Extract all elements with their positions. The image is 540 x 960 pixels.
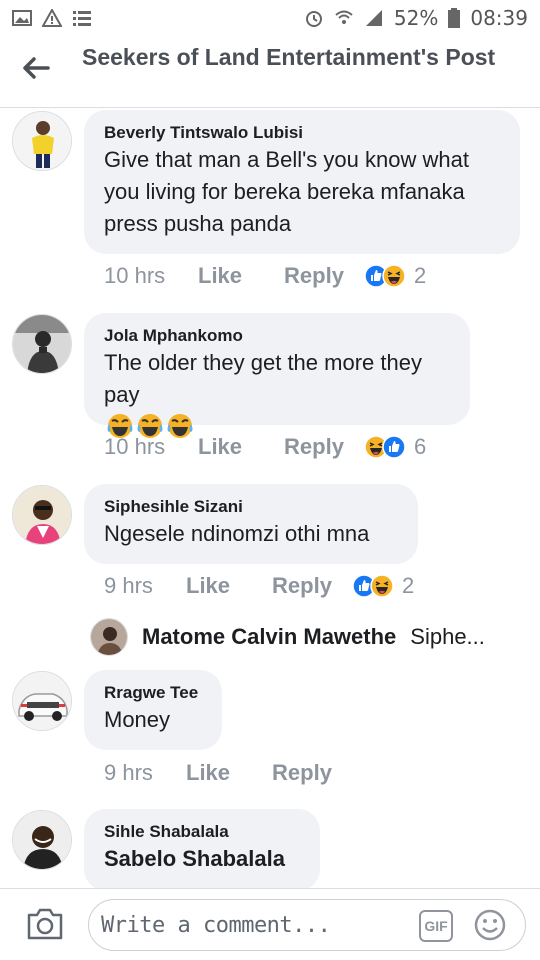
reply-button[interactable]: Reply	[284, 434, 344, 460]
commenter-name[interactable]: Rragwe Tee	[104, 682, 202, 704]
avatar[interactable]	[12, 111, 72, 171]
reaction-icons[interactable]	[364, 435, 406, 459]
comment-bubble: Sihle Shabalala Sabelo Shabalala	[84, 809, 320, 888]
reply-author-name: Matome Calvin Mawethe	[142, 624, 397, 649]
comment-actions: 9 hrs Like Reply	[104, 760, 352, 786]
reply-button[interactable]: Reply	[272, 573, 332, 599]
avatar[interactable]	[90, 618, 128, 656]
gallery-icon	[12, 10, 32, 26]
reaction-count[interactable]: 6	[414, 434, 426, 460]
reaction-icons[interactable]	[364, 264, 406, 288]
avatar[interactable]	[12, 314, 72, 374]
comment-actions: 9 hrs Like Reply 2	[104, 573, 414, 599]
like-icon	[382, 435, 406, 459]
alarm-icon	[305, 11, 322, 27]
sticker-smiley-icon[interactable]	[473, 908, 507, 942]
comment-composer: Write a comment... GIF	[0, 888, 540, 960]
comment-text: Money	[104, 707, 171, 732]
comment-placeholder: Write a comment...	[101, 913, 331, 938]
reply-button[interactable]: Reply	[272, 760, 332, 786]
comment-text: Ngesele ndinomzi othi mna	[104, 521, 370, 546]
post-header: Seekers of Land Entertainment's Post	[0, 36, 540, 108]
reaction-icons[interactable]	[352, 574, 394, 598]
comment-time: 10 hrs	[104, 434, 166, 459]
commenter-name[interactable]: Beverly Tintswalo Lubisi	[104, 122, 500, 144]
status-bar: 52% 08:39	[0, 0, 540, 36]
signal-icon	[365, 10, 382, 26]
avatar[interactable]	[12, 671, 72, 731]
battery-percent: 52%	[393, 6, 439, 30]
reply-button[interactable]: Reply	[284, 263, 344, 289]
comment-actions: 10 hrs Like Reply 6	[104, 434, 426, 460]
comment-input[interactable]: Write a comment... GIF	[88, 899, 526, 951]
comment-bubble: Jola Mphankomo The older they get the mo…	[84, 313, 470, 438]
comment-time: 10 hrs	[104, 263, 166, 288]
list-icon	[73, 11, 91, 26]
comment-time: 9 hrs	[104, 760, 153, 785]
page-title: Seekers of Land Entertainment's Post	[82, 44, 496, 70]
comment-bubble: Beverly Tintswalo Lubisi Give that man a…	[84, 110, 520, 254]
comment-bubble: Siphesihle Sizani Ngesele ndinomzi othi …	[84, 484, 418, 564]
comment-time: 9 hrs	[104, 573, 153, 598]
clock: 08:39	[470, 6, 528, 30]
camera-icon[interactable]	[26, 907, 64, 941]
like-button[interactable]: Like	[186, 760, 230, 786]
reply-snippet: Siphe...	[410, 624, 485, 649]
reaction-count[interactable]: 2	[414, 263, 426, 289]
like-button[interactable]: Like	[198, 263, 242, 289]
battery-icon	[448, 8, 461, 28]
avatar[interactable]	[12, 810, 72, 870]
commenter-name[interactable]: Siphesihle Sizani	[104, 496, 398, 518]
comment-text: Give that man a Bell's you know what you…	[104, 147, 469, 236]
warning-icon	[42, 9, 62, 27]
commenter-name[interactable]: Sihle Shabalala	[104, 821, 300, 843]
comment-list: Beverly Tintswalo Lubisi Give that man a…	[0, 108, 540, 888]
comment-actions: 10 hrs Like Reply 2	[104, 263, 426, 289]
wifi-icon	[335, 10, 353, 24]
avatar[interactable]	[12, 485, 72, 545]
like-button[interactable]: Like	[198, 434, 242, 460]
comment-bubble: Rragwe Tee Money	[84, 670, 222, 750]
laugh-icon	[370, 574, 394, 598]
comment-tag[interactable]: Sabelo Shabalala	[104, 843, 300, 875]
like-button[interactable]: Like	[186, 573, 230, 599]
back-arrow-icon[interactable]	[20, 52, 52, 84]
laugh-icon	[382, 264, 406, 288]
gif-button[interactable]: GIF	[419, 910, 453, 942]
commenter-name[interactable]: Jola Mphankomo	[104, 325, 450, 347]
reply-preview[interactable]: Matome Calvin Mawethe Siphe...	[90, 618, 485, 656]
reaction-count[interactable]: 2	[402, 573, 414, 599]
